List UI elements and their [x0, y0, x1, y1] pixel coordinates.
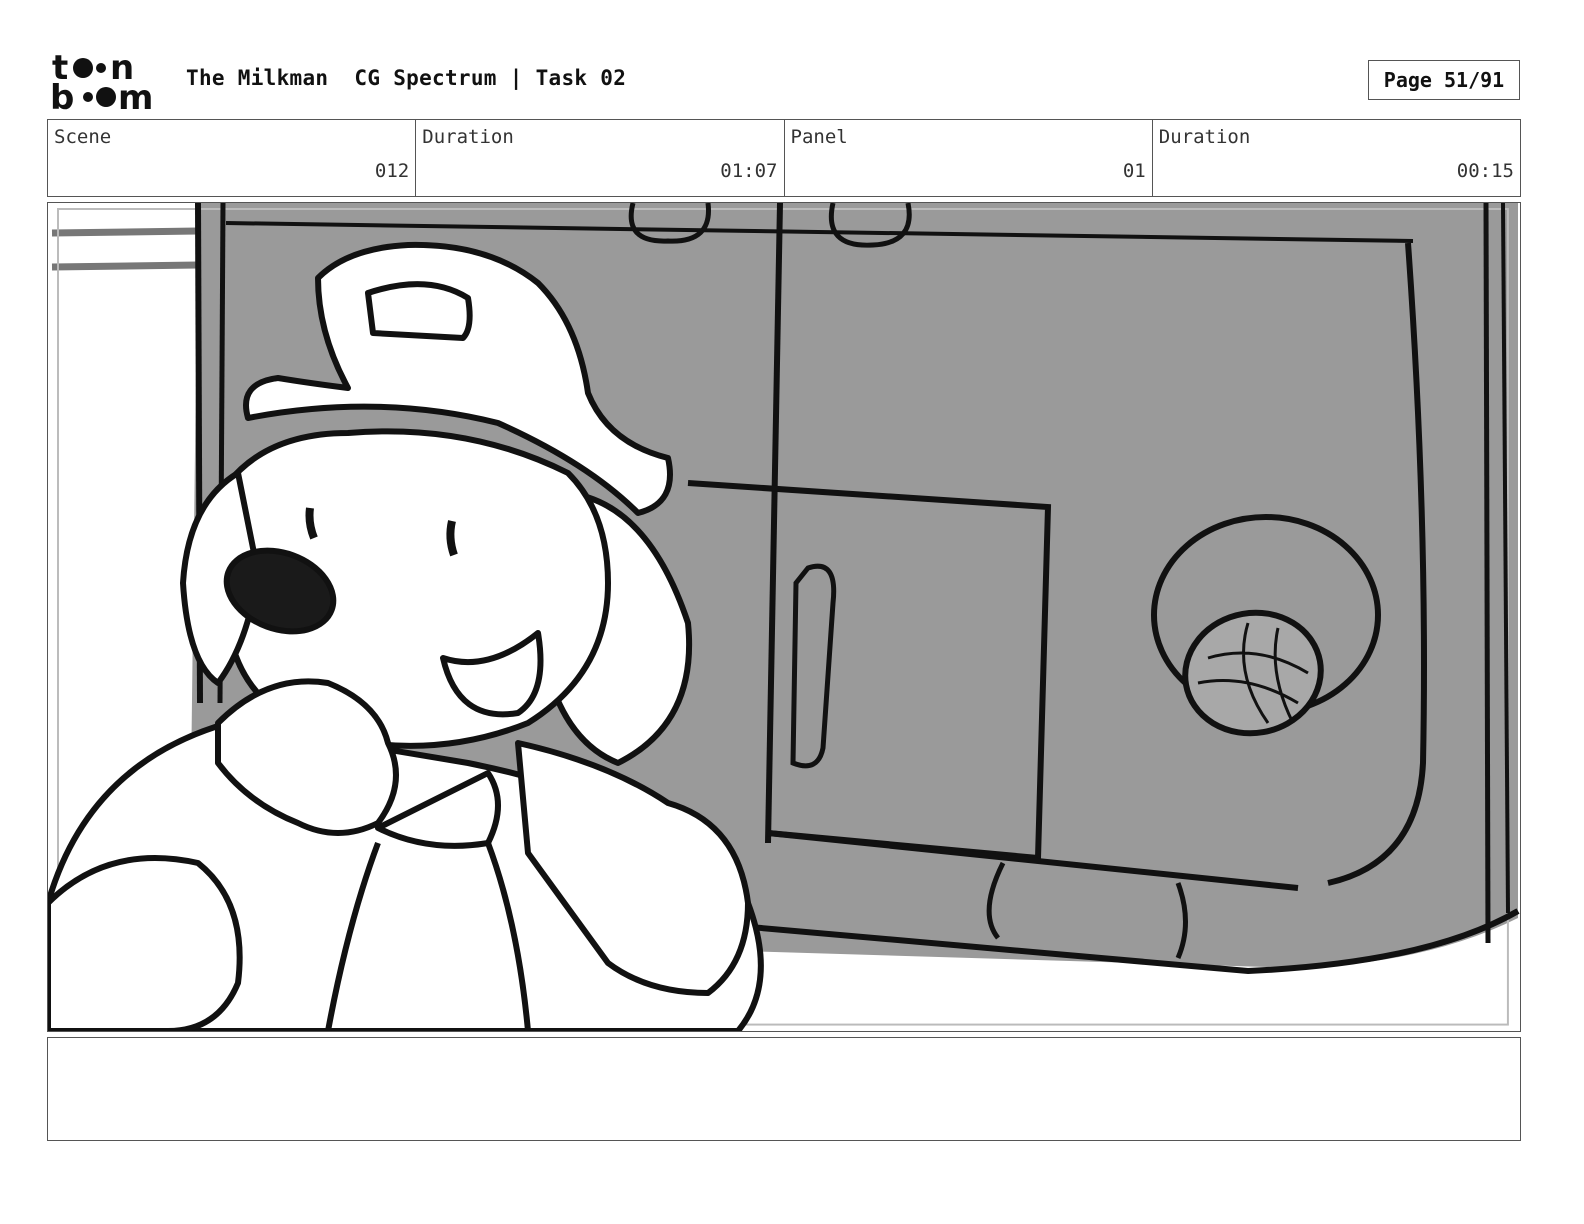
scene-duration-value: 01:07	[720, 160, 778, 182]
panel-duration-label: Duration	[1158, 126, 1251, 148]
scene-cell: Scene 012	[48, 120, 417, 196]
notes-box	[47, 1037, 1521, 1141]
scene-value: 012	[374, 160, 410, 182]
page-label: Page 51/91	[1383, 68, 1505, 92]
scene-duration-cell: Duration 01:07	[416, 120, 785, 196]
panel-duration-value: 00:15	[1456, 160, 1514, 182]
svg-text:b: b	[50, 78, 74, 112]
svg-text:m: m	[118, 78, 153, 112]
storyboard-panel	[47, 202, 1521, 1032]
panel-label: Panel	[790, 126, 848, 148]
project-subtitle: CG Spectrum | Task 02	[354, 66, 627, 90]
panel-cell: Panel 01	[785, 120, 1153, 196]
scene-duration-label: Duration	[422, 126, 514, 148]
scene-label: Scene	[54, 126, 112, 148]
panel-value: 01	[1122, 160, 1146, 182]
panel-duration-cell: Duration 00:15	[1153, 120, 1520, 196]
storyboard-sketch-icon	[48, 203, 1520, 1031]
document-title: The Milkman CG Spectrum | Task 02	[186, 66, 652, 90]
toon-boom-logo: t n b m	[50, 48, 164, 118]
project-title: The Milkman	[186, 66, 329, 90]
page-indicator: Page 51/91	[1368, 60, 1520, 100]
scene-info-row: Scene 012 Duration 01:07 Panel 01 Durati…	[47, 119, 1521, 197]
